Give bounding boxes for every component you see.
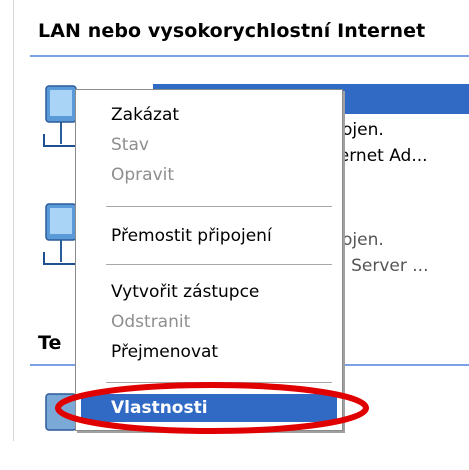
menu-item-bridge[interactable]: Přemostit připojení xyxy=(111,226,272,246)
menu-separator xyxy=(106,264,332,265)
menu-separator xyxy=(106,382,332,383)
menu-item-disable[interactable]: Zakázat xyxy=(111,105,179,125)
connection-adapter: ss Server ... xyxy=(328,256,429,276)
group-header-dialup: Te xyxy=(38,332,62,354)
menu-item-repair: Opravit xyxy=(111,165,175,185)
menu-item-delete: Odstranit xyxy=(111,312,191,332)
menu-separator xyxy=(106,206,332,207)
folder-view-edge xyxy=(13,0,14,441)
group-header-divider xyxy=(30,55,469,57)
menu-item-create-shortcut[interactable]: Vytvořit zástupce xyxy=(111,282,259,302)
menu-item-status: Stav xyxy=(111,135,149,155)
menu-item-rename[interactable]: Přejmenovat xyxy=(111,342,218,362)
context-menu: Zakázat Stav Opravit Přemostit připojení… xyxy=(75,89,343,431)
group-header-lan: LAN nebo vysokorychlostní Internet xyxy=(38,20,426,42)
connection-status: ojen. xyxy=(342,230,384,250)
menu-item-properties[interactable]: Vlastnosti xyxy=(81,394,337,422)
connection-status: ojen. xyxy=(342,120,384,140)
